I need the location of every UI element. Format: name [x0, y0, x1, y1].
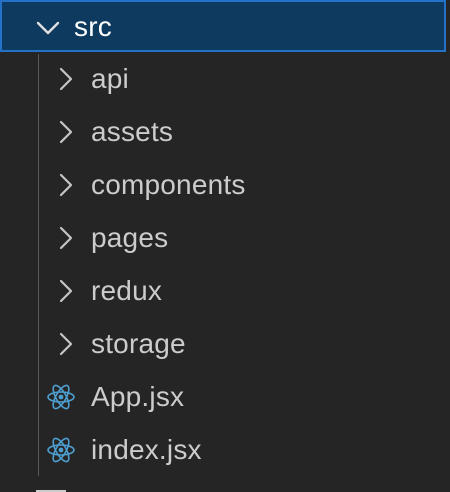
react-icon [46, 382, 76, 412]
tree-item-assets[interactable]: assets [0, 106, 450, 158]
tree-item-label: src [74, 11, 112, 42]
tree-item-components[interactable]: components [0, 159, 450, 211]
tree-item-label: App.jsx [91, 381, 185, 412]
tree-item-label: index.jsx [91, 434, 202, 465]
tree-item-label: pages [91, 222, 169, 253]
file-explorer-tree: src api assets components pages redux st… [0, 0, 450, 492]
tree-item-label: components [91, 169, 246, 200]
tree-item-api[interactable]: api [0, 53, 450, 105]
tree-item-partial [36, 486, 236, 492]
tree-item-redux[interactable]: redux [0, 265, 450, 317]
chevron-right-icon [56, 173, 76, 197]
tree-item-src[interactable]: src [0, 0, 446, 52]
chevron-down-icon [36, 16, 60, 40]
chevron-right-icon [56, 226, 76, 250]
tree-item-app-jsx[interactable]: App.jsx [0, 371, 450, 423]
chevron-right-icon [56, 120, 76, 144]
react-icon [46, 435, 76, 465]
tree-item-label: api [91, 63, 129, 94]
tree-item-storage[interactable]: storage [0, 318, 450, 370]
tree-item-label: assets [91, 116, 174, 147]
chevron-right-icon [56, 332, 76, 356]
chevron-right-icon [56, 67, 76, 91]
chevron-right-icon [56, 279, 76, 303]
tree-item-index-jsx[interactable]: index.jsx [0, 424, 450, 476]
tree-item-label: redux [91, 275, 163, 306]
tree-item-label: storage [91, 328, 186, 359]
tree-item-pages[interactable]: pages [0, 212, 450, 264]
